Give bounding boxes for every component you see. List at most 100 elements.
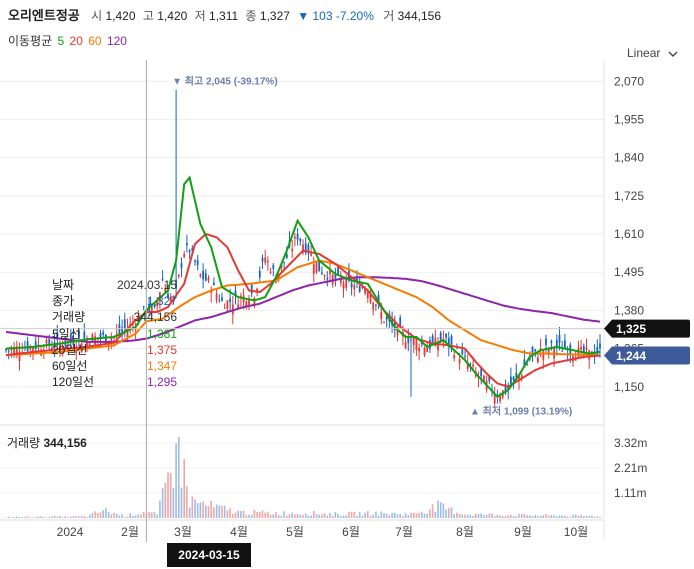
info-value: 1,381 — [146, 326, 177, 341]
volume-bar — [520, 514, 523, 518]
volume-bar — [537, 515, 539, 518]
volume-bar — [105, 508, 107, 518]
volume-bar — [313, 511, 315, 518]
volume-bar — [78, 516, 80, 518]
volume-panel-title: 거래량 344,156 — [7, 434, 87, 451]
volume-bar — [140, 514, 142, 518]
time-tick-label: 6월 — [342, 525, 360, 539]
volume-bar — [418, 512, 420, 518]
candle-body — [353, 285, 356, 290]
volume-bar — [13, 516, 15, 518]
volume-bar — [215, 504, 218, 518]
candle-body — [215, 293, 218, 301]
price-tick-label: 1,725 — [614, 189, 644, 203]
volume-bar — [407, 515, 410, 518]
candle-body — [310, 253, 312, 256]
candle-body — [315, 262, 318, 273]
volume-bar — [75, 516, 77, 518]
volume-bar — [585, 515, 588, 518]
volume-bar — [223, 505, 226, 518]
volume-bar — [213, 507, 215, 518]
volume-bar — [372, 514, 374, 518]
candle-body — [555, 339, 558, 347]
candle-body — [545, 338, 547, 345]
volume-bar — [396, 514, 399, 518]
volume-bar — [402, 515, 404, 518]
volume-bar — [529, 515, 531, 518]
candle-body — [410, 339, 412, 341]
high-annotation: ▼ 최고 2,045 (-39.17%) — [172, 75, 278, 88]
volume-bar — [21, 517, 23, 518]
volume-bar — [288, 514, 291, 518]
info-label: 5일선 — [52, 326, 81, 341]
candle-body — [264, 257, 267, 263]
volume-bar — [256, 512, 258, 518]
volume-bar — [294, 514, 296, 518]
candle-body — [199, 274, 202, 277]
volume-title-label: 거래량 — [7, 436, 41, 450]
volume-bar — [318, 514, 320, 518]
volume-bar — [299, 514, 302, 518]
volume-bar — [502, 516, 504, 518]
info-value: 1,327 — [146, 294, 177, 309]
candle-body — [272, 265, 275, 269]
volume-bar — [34, 517, 37, 518]
candle-body — [223, 307, 226, 309]
info-row: 60일선 1,347 — [52, 358, 177, 374]
volume-bar — [483, 515, 485, 518]
volume-bar — [421, 511, 423, 518]
volume-bar — [205, 505, 207, 518]
candle-body — [599, 343, 601, 349]
volume-bar — [97, 512, 99, 518]
volume-bar — [121, 514, 123, 518]
volume-bar — [115, 513, 118, 518]
candle-body — [180, 263, 183, 268]
volume-bar — [369, 515, 372, 518]
info-value: 1,375 — [146, 342, 177, 357]
candle-body — [450, 336, 453, 345]
volume-bar — [558, 515, 561, 518]
volume-bar — [118, 515, 121, 518]
info-row: 날짜 2024.03.15 — [52, 277, 177, 293]
volume-bar — [404, 513, 407, 518]
candle-body — [32, 347, 34, 351]
volume-bar — [477, 513, 480, 518]
candle-body — [34, 341, 37, 350]
candle-body — [261, 258, 264, 262]
volume-bar — [596, 516, 599, 518]
info-value: 1,295 — [146, 375, 177, 390]
volume-bar — [591, 515, 593, 518]
volume-bar — [391, 512, 393, 518]
price-tick-label: 1,495 — [614, 265, 644, 279]
volume-bar — [10, 517, 13, 518]
volume-bar — [253, 509, 256, 518]
volume-bar — [242, 510, 245, 518]
volume-bar — [429, 509, 431, 518]
volume-bar — [43, 517, 45, 518]
candle-body — [464, 355, 466, 357]
candle-body — [383, 321, 385, 323]
volume-title-value: 344,156 — [43, 436, 87, 450]
volume-bar — [302, 514, 304, 518]
candle-body — [202, 270, 204, 280]
candle-body — [291, 248, 294, 252]
volume-bar — [415, 513, 418, 518]
volume-bar — [388, 515, 391, 518]
time-tick-label: 2월 — [121, 525, 139, 539]
volume-bar — [267, 511, 269, 518]
volume-bar — [94, 511, 96, 518]
volume-bar — [561, 515, 563, 518]
volume-bar — [499, 515, 501, 518]
volume-bar — [275, 512, 277, 518]
candle-body — [472, 364, 474, 367]
volume-bar — [431, 504, 434, 518]
volume-bar — [426, 513, 428, 518]
volume-bar — [340, 515, 342, 518]
candle-body — [453, 355, 456, 359]
volume-bar — [110, 514, 113, 518]
volume-bar — [491, 513, 493, 518]
volume-bar — [156, 514, 158, 518]
volume-bar — [53, 516, 56, 518]
volume-bar — [129, 513, 131, 518]
volume-bar — [70, 516, 72, 518]
